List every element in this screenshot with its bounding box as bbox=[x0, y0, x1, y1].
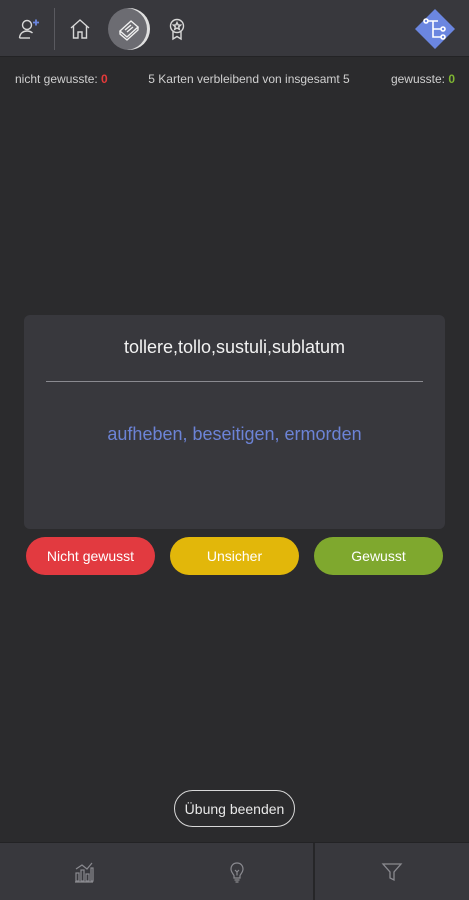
filter-button[interactable] bbox=[377, 857, 407, 887]
home-button[interactable] bbox=[59, 8, 101, 50]
known-counter: gewusste: 0 bbox=[391, 72, 455, 86]
top-navigation-bar bbox=[0, 0, 469, 57]
statistics-button[interactable] bbox=[69, 857, 99, 887]
not-known-button[interactable]: Nicht gewusst bbox=[26, 537, 155, 575]
achievements-button[interactable] bbox=[156, 8, 198, 50]
unsure-button[interactable]: Unsicher bbox=[170, 537, 299, 575]
topbar-divider bbox=[54, 8, 55, 50]
add-user-button[interactable] bbox=[8, 8, 50, 50]
user-plus-icon bbox=[18, 19, 39, 39]
known-count: 0 bbox=[448, 72, 455, 86]
card-divider bbox=[46, 381, 423, 382]
known-label: gewusste: bbox=[390, 72, 449, 86]
app-logo[interactable] bbox=[414, 8, 456, 50]
flashcards-button[interactable] bbox=[108, 8, 150, 50]
known-button[interactable]: Gewusst bbox=[314, 537, 443, 575]
end-exercise-button[interactable]: Übung beenden bbox=[174, 790, 295, 827]
session-stats: nicht gewusste: 0 5 Karten verbleibend v… bbox=[0, 72, 469, 88]
card-question: tollere,tollo,sustuli,sublatum bbox=[123, 337, 346, 357]
home-icon bbox=[70, 19, 90, 39]
book-icon bbox=[118, 20, 140, 41]
logo-icon bbox=[415, 9, 455, 49]
filter-icon bbox=[381, 863, 403, 882]
bottom-navigation-bar bbox=[0, 842, 469, 900]
award-icon bbox=[169, 18, 185, 41]
flashcard[interactable]: tollere,tollo,sustuli,sublatum aufheben,… bbox=[24, 315, 445, 529]
lightbulb-icon bbox=[230, 862, 244, 883]
bottombar-divider bbox=[313, 843, 315, 900]
card-answer: aufheben, beseitigen, ermorden bbox=[107, 424, 362, 444]
hint-button[interactable] bbox=[222, 857, 252, 887]
statistics-icon bbox=[75, 862, 94, 883]
